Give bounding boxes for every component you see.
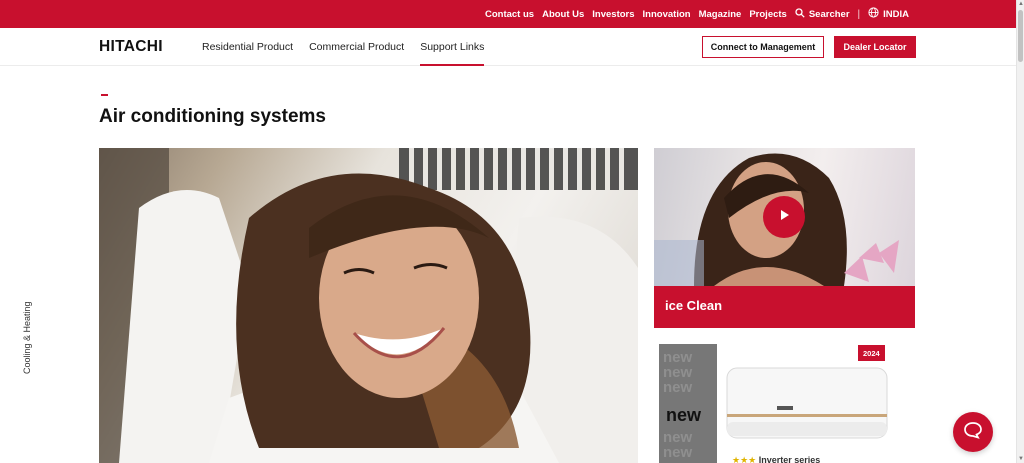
new-ghost-text: new (663, 364, 693, 381)
play-button[interactable] (763, 196, 805, 238)
new-ghost-text: new (663, 444, 693, 461)
product-caption: ★★★ Inverter series (732, 455, 820, 463)
video-caption-bar[interactable]: ice Clean (654, 286, 915, 328)
play-icon (778, 208, 790, 226)
chat-button[interactable] (953, 412, 993, 452)
globe-icon (868, 7, 879, 21)
region-selector[interactable]: INDIA (868, 7, 909, 21)
main-nav: Residential Product Commercial Product S… (202, 28, 485, 66)
new-label: new (666, 405, 702, 425)
search-button[interactable]: Searcher (795, 7, 850, 21)
scroll-thumb[interactable] (1018, 10, 1023, 62)
title-accent-mark (101, 94, 108, 96)
search-label: Searcher (808, 8, 850, 20)
innovation-link[interactable]: Innovation (643, 9, 691, 20)
hero-illustration (99, 148, 638, 463)
dealer-locator-button[interactable]: Dealer Locator (834, 36, 916, 58)
magazine-link[interactable]: Magazine (699, 9, 742, 20)
video-card[interactable]: ice Clean (654, 148, 915, 328)
product-card[interactable]: new new new new new new 2024 ★★★ Inverte… (654, 342, 915, 463)
nav-commercial-product[interactable]: Commercial Product (309, 28, 404, 66)
search-icon (795, 7, 805, 21)
main-header: HITACHI Residential Product Commercial P… (0, 28, 1016, 66)
page-scrollbar[interactable]: ▲ ▼ (1016, 0, 1024, 463)
contact-us-link[interactable]: Contact us (485, 9, 534, 20)
hitachi-logo[interactable]: HITACHI (99, 38, 163, 56)
video-caption-text: ice Clean (665, 298, 723, 313)
page-title: Air conditioning systems (99, 106, 326, 127)
year-badge: 2024 (858, 345, 885, 361)
top-utility-bar: Contact us About Us Investors Innovation… (0, 0, 1016, 28)
rating-stars: ★★★ (732, 455, 757, 463)
divider: | (857, 8, 861, 20)
about-us-link[interactable]: About Us (542, 9, 584, 20)
new-ghost-text: new (663, 429, 693, 446)
video-thumbnail[interactable] (654, 148, 915, 286)
new-ghost-text: new (663, 379, 693, 396)
new-label-strip: new new new new new new (659, 344, 717, 463)
region-label: INDIA (883, 8, 909, 20)
nav-residential-product[interactable]: Residential Product (202, 28, 293, 66)
nav-support-links[interactable]: Support Links (420, 28, 485, 66)
projects-link[interactable]: Projects (749, 9, 787, 20)
new-ghost-text: new (663, 349, 693, 366)
investors-link[interactable]: Investors (592, 9, 634, 20)
scroll-down-arrow-icon[interactable]: ▼ (1018, 456, 1024, 462)
chat-icon (963, 421, 983, 444)
hero-image (99, 148, 638, 463)
utility-links: Contact us About Us Investors Innovation… (485, 0, 909, 28)
connect-to-management-button[interactable]: Connect to Management (702, 36, 824, 58)
section-side-label: Cooling & Heating (22, 301, 32, 374)
product-caption-text: Inverter series (758, 455, 821, 463)
scroll-up-arrow-icon[interactable]: ▲ (1018, 1, 1024, 7)
air-conditioner-image (725, 364, 890, 444)
